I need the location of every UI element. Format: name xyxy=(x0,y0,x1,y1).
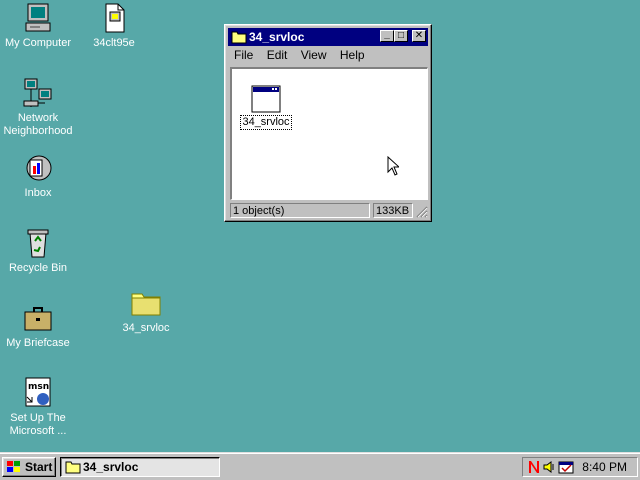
inbox-icon xyxy=(22,152,54,184)
desktop-icon-label: Set Up The Microsoft ... xyxy=(9,412,67,437)
computer-icon xyxy=(22,2,54,34)
volume-speaker-icon[interactable] xyxy=(542,460,556,479)
system-tray: 8:40 PM xyxy=(522,457,638,477)
menu-edit[interactable]: Edit xyxy=(262,46,293,65)
desktop-icon-my-briefcase[interactable]: My Briefcase xyxy=(0,302,76,350)
desktop-icon-my-computer[interactable]: My Computer xyxy=(0,2,76,50)
folder-content-area[interactable]: 34_srvloc xyxy=(230,67,428,200)
desktop-icon-recycle-bin[interactable]: Recycle Bin xyxy=(0,227,76,275)
menu-help[interactable]: Help xyxy=(335,46,370,65)
svg-text:msn: msn xyxy=(28,382,49,392)
desktop-icon-inbox[interactable]: Inbox xyxy=(0,152,76,200)
maximize-button[interactable]: □ xyxy=(394,30,408,42)
desktop-icon-label: 34_srvloc xyxy=(122,322,170,334)
menu-bar: File Edit View Help xyxy=(228,46,428,65)
mouse-cursor xyxy=(387,155,401,179)
network-icon xyxy=(22,77,54,109)
desktop-icon-network-neighborhood[interactable]: Network Neighborhood xyxy=(0,77,76,138)
status-object-count: 1 object(s) xyxy=(230,203,370,218)
resize-grip-icon[interactable] xyxy=(415,205,428,223)
clock[interactable]: 8:40 PM xyxy=(582,458,627,476)
desktop-icon-34-srvloc-folder[interactable]: 34_srvloc xyxy=(108,287,184,335)
window-titlebar[interactable]: 34_srvloc _ □ ✕ xyxy=(228,28,428,46)
windows-logo-icon xyxy=(6,460,22,479)
status-bar: 1 object(s) 133KB xyxy=(230,203,428,220)
desktop-icon-label: Inbox xyxy=(24,187,52,199)
desktop-icon-setup-msn[interactable]: msn Set Up The Microsoft ... xyxy=(0,377,76,438)
taskbar-button-label: 34_srvloc xyxy=(83,460,139,474)
folder-window[interactable]: 34_srvloc _ □ ✕ File Edit View Help 34_s… xyxy=(224,24,432,222)
application-window-icon xyxy=(250,83,282,115)
taskbar: Start 34_srvloc 8:40 PM xyxy=(0,452,640,480)
taskbar-button-34-srvloc[interactable]: 34_srvloc xyxy=(60,457,220,477)
file-item-label: 34_srvloc xyxy=(240,115,292,130)
minimize-button[interactable]: _ xyxy=(380,30,394,42)
desktop-icon-label: Network Neighborhood xyxy=(3,112,73,137)
desktop-icon-label: 34clt95e xyxy=(93,37,135,49)
scheduler-icon[interactable] xyxy=(558,460,574,479)
desktop-icon-34clt95e[interactable]: 34clt95e xyxy=(76,2,152,50)
window-title: 34_srvloc xyxy=(249,30,305,44)
briefcase-icon xyxy=(22,302,54,334)
file-item-34-srvloc[interactable]: 34_srvloc xyxy=(239,83,293,130)
status-size: 133KB xyxy=(373,203,413,218)
close-button[interactable]: ✕ xyxy=(412,30,426,42)
folder-icon xyxy=(130,287,162,319)
desktop-icon-label: My Computer xyxy=(4,37,72,49)
start-label: Start xyxy=(25,460,53,474)
msn-icon: msn xyxy=(22,377,54,409)
desktop-icon-label: My Briefcase xyxy=(6,337,70,349)
menu-file[interactable]: File xyxy=(228,46,258,65)
recycle-bin-icon xyxy=(22,227,54,259)
desktop-icon-label: Recycle Bin xyxy=(8,262,68,274)
start-button[interactable]: Start xyxy=(2,457,56,477)
menu-view[interactable]: View xyxy=(296,46,332,65)
document-icon xyxy=(98,2,130,34)
netscape-n-icon[interactable] xyxy=(528,459,540,478)
taskbar-folder-icon xyxy=(65,460,81,479)
